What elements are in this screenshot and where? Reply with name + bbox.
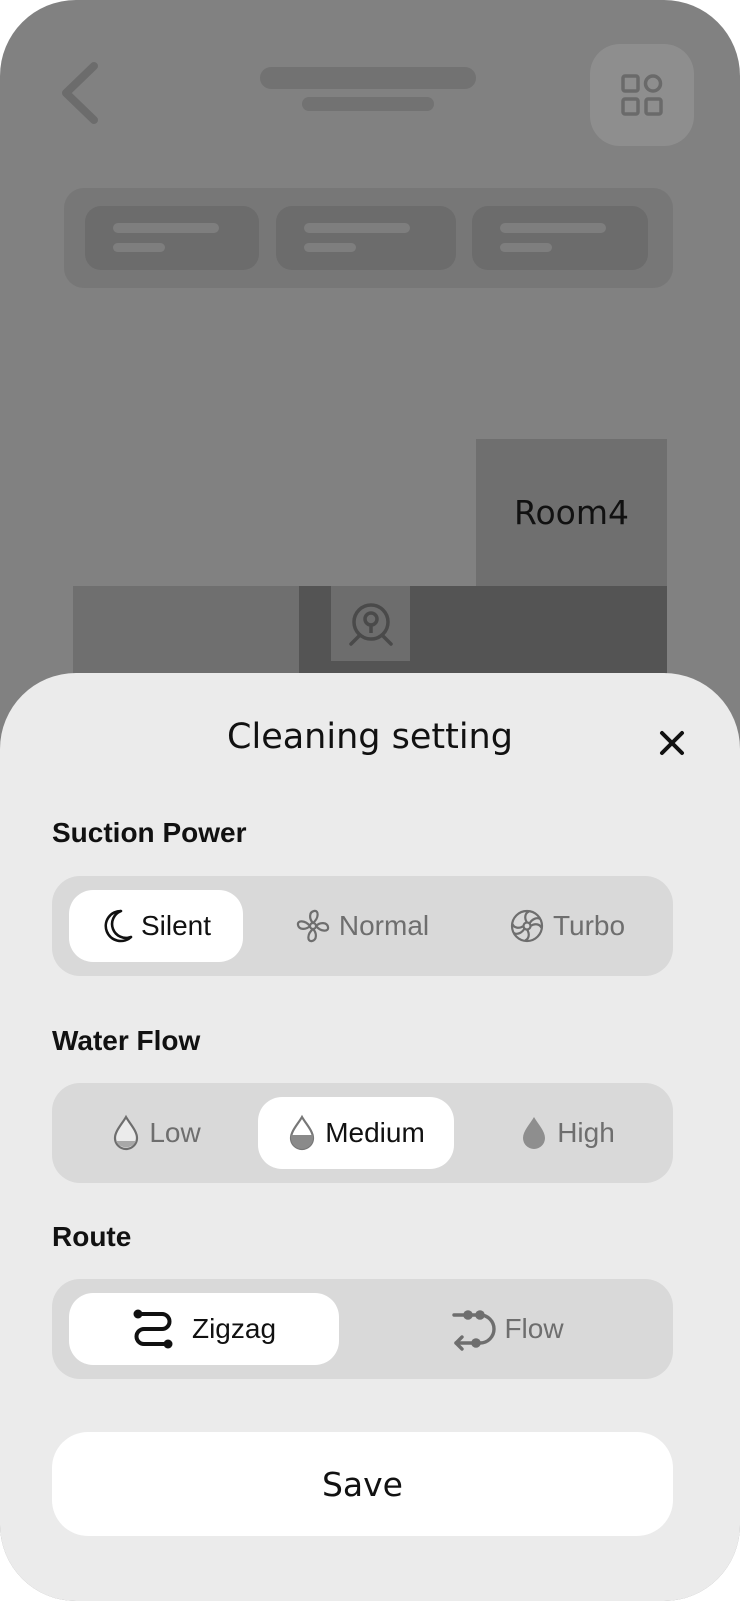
suction-option-silent[interactable]: Silent	[69, 890, 243, 962]
back-button[interactable]	[56, 58, 106, 128]
suction-option-label: Turbo	[552, 910, 626, 941]
suction-power-selector: Silent Normal Turbo	[52, 876, 673, 976]
water-option-label: High	[557, 1117, 615, 1148]
route-selector: Zigzag Flow	[52, 1279, 673, 1379]
water-flow-label: Water Flow	[52, 1025, 201, 1056]
suction-option-turbo[interactable]: Turbo	[482, 890, 652, 962]
water-option-label: Medium	[325, 1117, 425, 1148]
header-subtitle-placeholder	[302, 97, 434, 111]
zigzag-route-icon	[133, 1309, 173, 1349]
mode-option-placeholder[interactable]	[276, 206, 456, 270]
water-option-label: Low	[149, 1117, 201, 1148]
route-option-flow[interactable]: Flow	[372, 1293, 642, 1365]
robot-dock-marker	[331, 586, 410, 661]
header-title-placeholder	[260, 67, 476, 89]
cleaning-mode-bar	[64, 188, 673, 288]
water-flow-selector: Low Medium High	[52, 1083, 673, 1183]
room-label: Room4	[514, 493, 629, 532]
mode-option-placeholder[interactable]	[472, 206, 648, 270]
water-option-low[interactable]: Low	[69, 1097, 243, 1169]
route-option-label: Flow	[504, 1313, 564, 1344]
suction-option-label: Silent	[140, 910, 212, 941]
drop-medium-icon	[290, 1114, 315, 1151]
map-menu-button[interactable]	[590, 44, 694, 146]
drop-high-icon	[523, 1117, 546, 1149]
route-label: Route	[52, 1221, 132, 1252]
moon-icon	[104, 909, 133, 943]
mode-option-placeholder[interactable]	[85, 206, 259, 270]
flow-route-icon	[452, 1310, 497, 1351]
cleaning-setting-sheet: Cleaning setting Suction Power Silent No…	[0, 673, 740, 1601]
water-option-high[interactable]: High	[482, 1097, 652, 1169]
grid-icon	[621, 74, 663, 116]
map-room[interactable]: Room4	[476, 439, 667, 586]
drop-low-icon	[114, 1114, 139, 1151]
chevron-left-icon	[62, 62, 98, 124]
fan-icon	[296, 909, 329, 943]
phone-screen: Room4 Cleaning setting Suction Power Sil…	[0, 0, 740, 1601]
close-icon	[660, 731, 684, 755]
route-option-zigzag[interactable]: Zigzag	[69, 1293, 339, 1365]
water-option-medium[interactable]: Medium	[258, 1097, 454, 1169]
sheet-title: Cleaning setting	[227, 717, 513, 757]
close-button[interactable]	[654, 725, 690, 761]
robot-vacuum-icon	[348, 602, 393, 646]
turbo-fan-icon	[510, 909, 544, 943]
route-option-label: Zigzag	[191, 1313, 277, 1344]
suction-option-normal[interactable]: Normal	[273, 890, 451, 962]
suction-option-label: Normal	[338, 910, 430, 941]
save-button[interactable]: Save	[52, 1432, 673, 1536]
suction-power-label: Suction Power	[52, 817, 247, 848]
